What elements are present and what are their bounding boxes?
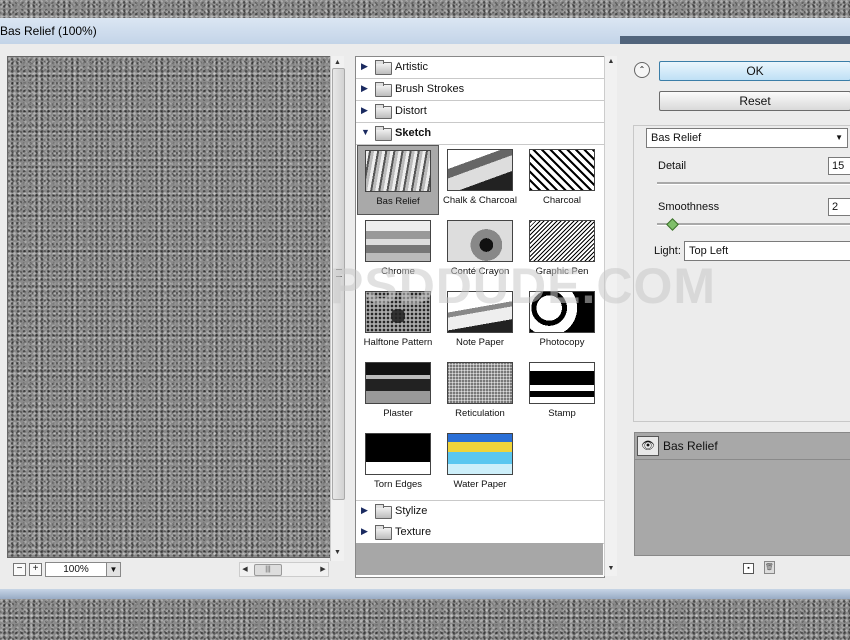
category-artistic[interactable]: ▶ Artistic [356, 57, 604, 79]
filter-charcoal[interactable]: Charcoal [521, 145, 603, 215]
new-effect-layer-icon[interactable]: ▪ [743, 563, 754, 574]
detail-slider[interactable] [657, 182, 850, 185]
filter-gallery-list: ▶ Artistic ▶ Brush Strokes ▶ Distort ▼ S… [355, 56, 605, 578]
category-texture[interactable]: ▶ Texture [356, 522, 604, 544]
expand-triangle-icon: ▶ [361, 105, 368, 115]
graphic-pen-thumbnail [529, 220, 595, 262]
chalk-charcoal-thumbnail [447, 149, 513, 191]
scroll-up-arrow-icon[interactable]: ▲ [605, 56, 617, 68]
gallery-vertical-scrollbar[interactable]: ▲ ▼ [604, 56, 617, 576]
zoom-in-button[interactable]: + [29, 563, 42, 576]
scroll-down-arrow-icon[interactable]: ▼ [331, 546, 344, 559]
gallery-empty-area [356, 543, 603, 575]
bas-relief-thumbnail [365, 150, 431, 192]
light-label: Light: [654, 245, 681, 257]
zoom-out-button[interactable]: − [13, 563, 26, 576]
ok-button[interactable]: OK [659, 61, 850, 81]
smoothness-field[interactable]: 2 [828, 198, 850, 216]
plaster-thumbnail [365, 362, 431, 404]
window-bottom-frame [0, 589, 850, 599]
collapse-triangle-icon: ▼ [361, 127, 370, 137]
category-sketch[interactable]: ▼ Sketch [356, 123, 604, 145]
smoothness-label: Smoothness [658, 201, 720, 213]
detail-label: Detail [658, 160, 687, 172]
expand-triangle-icon: ▶ [361, 526, 368, 536]
delete-effect-layer-icon[interactable]: 🗑 [764, 561, 775, 574]
chevron-down-icon: ▼ [835, 133, 843, 142]
effect-layer-row[interactable]: 👁 Bas Relief [635, 433, 850, 460]
effect-layers-panel: 👁 Bas Relief [634, 432, 850, 556]
window-title: Bas Relief (100%) [0, 24, 97, 38]
torn-edges-thumbnail [365, 433, 431, 475]
eye-icon[interactable]: 👁 [637, 436, 659, 456]
stamp-thumbnail [529, 362, 595, 404]
hscroll-thumb[interactable]: ||| [254, 564, 282, 576]
preview-zoom-bar: − + 100% ▼ ◀ ||| ▶ [7, 561, 343, 577]
filter-water-paper[interactable]: Water Paper [439, 429, 521, 499]
preview-image[interactable] [7, 56, 331, 558]
zoom-dropdown-icon[interactable]: ▼ [106, 562, 121, 577]
smoothness-slider[interactable] [657, 223, 850, 226]
folder-open-icon [375, 126, 392, 141]
filter-plaster[interactable]: Plaster [357, 358, 439, 428]
category-brush-strokes[interactable]: ▶ Brush Strokes [356, 79, 604, 101]
category-stylize[interactable]: ▶ Stylize [356, 500, 604, 523]
expand-triangle-icon: ▶ [361, 61, 368, 71]
filter-bas-relief[interactable]: Bas Relief [357, 145, 439, 215]
filter-reticulation[interactable]: Reticulation [439, 358, 521, 428]
scroll-down-arrow-icon[interactable]: ▼ [605, 563, 617, 575]
filter-stamp[interactable]: Stamp [521, 358, 603, 428]
zoom-level-field[interactable]: 100% [45, 562, 107, 577]
watermark: PSDDUDE.COM [330, 258, 717, 314]
chrome-thumbnail [365, 220, 431, 262]
conte-crayon-thumbnail [447, 220, 513, 262]
filter-chalk-charcoal[interactable]: Chalk & Charcoal [439, 145, 521, 215]
background-texture-top [0, 0, 850, 18]
water-paper-thumbnail [447, 433, 513, 475]
category-distort[interactable]: ▶ Distort [356, 101, 604, 123]
reticulation-thumbnail [447, 362, 513, 404]
filter-select[interactable]: Bas Relief ▼ [646, 128, 848, 148]
scroll-right-arrow-icon[interactable]: ▶ [318, 563, 328, 576]
folder-icon [375, 82, 392, 97]
collapse-gallery-icon[interactable]: ⌃ [634, 62, 650, 78]
preview-horizontal-scrollbar[interactable]: ◀ ||| ▶ [239, 562, 329, 577]
background-texture-bottom [0, 599, 850, 640]
detail-field[interactable]: 15 [828, 157, 850, 175]
folder-icon [375, 525, 392, 540]
expand-triangle-icon: ▶ [361, 505, 368, 515]
folder-icon [375, 60, 392, 75]
reset-button[interactable]: Reset [659, 91, 850, 111]
folder-icon [375, 504, 392, 519]
expand-triangle-icon: ▶ [361, 83, 368, 93]
filter-torn-edges[interactable]: Torn Edges [357, 429, 439, 499]
charcoal-thumbnail [529, 149, 595, 191]
folder-icon [375, 104, 392, 119]
title-bar: Bas Relief (100%) [0, 18, 850, 45]
scroll-left-arrow-icon[interactable]: ◀ [240, 563, 250, 576]
